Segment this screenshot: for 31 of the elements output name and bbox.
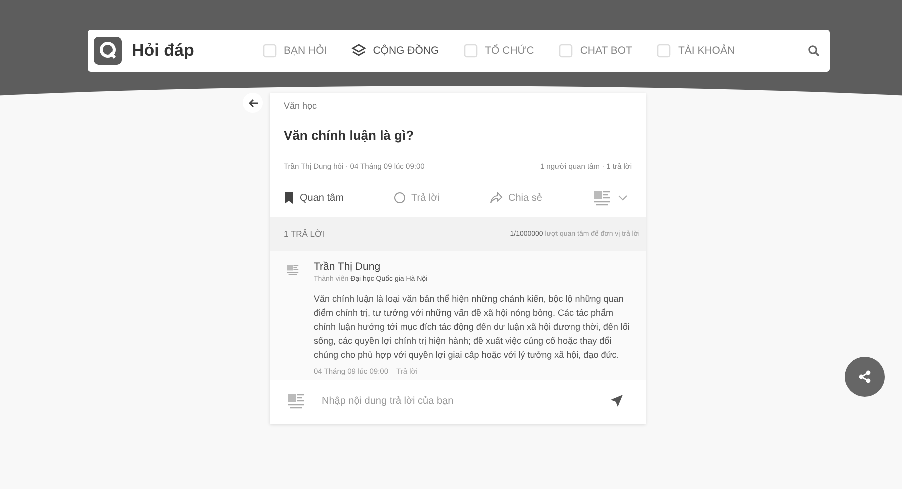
- nav-tab[interactable]: BẠN HỎI: [262, 43, 328, 59]
- search-icon[interactable]: [808, 45, 820, 57]
- layers-icon: [351, 43, 368, 59]
- nav-tab[interactable]: CỘNG ĐỒNG: [351, 43, 440, 59]
- comment-icon: [394, 192, 406, 204]
- nav-icon: [656, 43, 672, 59]
- action-button[interactable]: Chia sẻ: [490, 192, 542, 204]
- send-icon[interactable]: [610, 394, 624, 408]
- chevron-down-icon: [618, 195, 628, 201]
- reply-input[interactable]: Nhập nội dung trả lời của bạn: [320, 394, 596, 408]
- share-arrow-icon: [490, 192, 502, 204]
- back-arrow-icon: [248, 98, 258, 108]
- nav-icon: [558, 43, 574, 59]
- answers-count: 1 TRẢ LỜI: [284, 229, 325, 239]
- app-title: Hỏi đáp: [132, 41, 196, 61]
- question-title: Văn chính luận là gì?: [284, 128, 416, 143]
- action-button[interactable]: Trả lời: [394, 192, 440, 204]
- back-button[interactable]: [243, 93, 263, 113]
- author-name: Trần Thị Dung: [314, 261, 382, 273]
- bookmark-icon: [284, 192, 294, 204]
- logo-icon: [94, 37, 122, 65]
- nav-tab[interactable]: TÀI KHOẢN: [656, 43, 736, 59]
- nav-tab[interactable]: CHAT BOT: [558, 43, 632, 59]
- share-icon: [858, 370, 872, 384]
- nav-icon: [463, 43, 480, 59]
- action-button[interactable]: Quan tâm: [284, 192, 344, 204]
- share-button[interactable]: [845, 357, 885, 397]
- category-label: Văn học: [284, 101, 318, 111]
- nav-icon: [262, 43, 278, 59]
- answer-text: Văn chính luận là loại văn bản thể hiện những chánh kiến, bộc lộ những quan điểm chính trị, tư tưởng với những vấn đề xã hội nóng bỏng. Các tác phẩm chính luận hướng tới mục đích tác động đến dư luận xã hội đương thời, đến lối sống, các quyền lợi chính trị hiện hành; đề xuất việc củng cố hoặc thay đổi chúng cho phù hợp với quyền lợi giai cấp hoặc với lý tưởng xã hội, đạo đức.: [314, 293, 631, 362]
- nav-tab[interactable]: TỔ CHỨC: [463, 43, 534, 59]
